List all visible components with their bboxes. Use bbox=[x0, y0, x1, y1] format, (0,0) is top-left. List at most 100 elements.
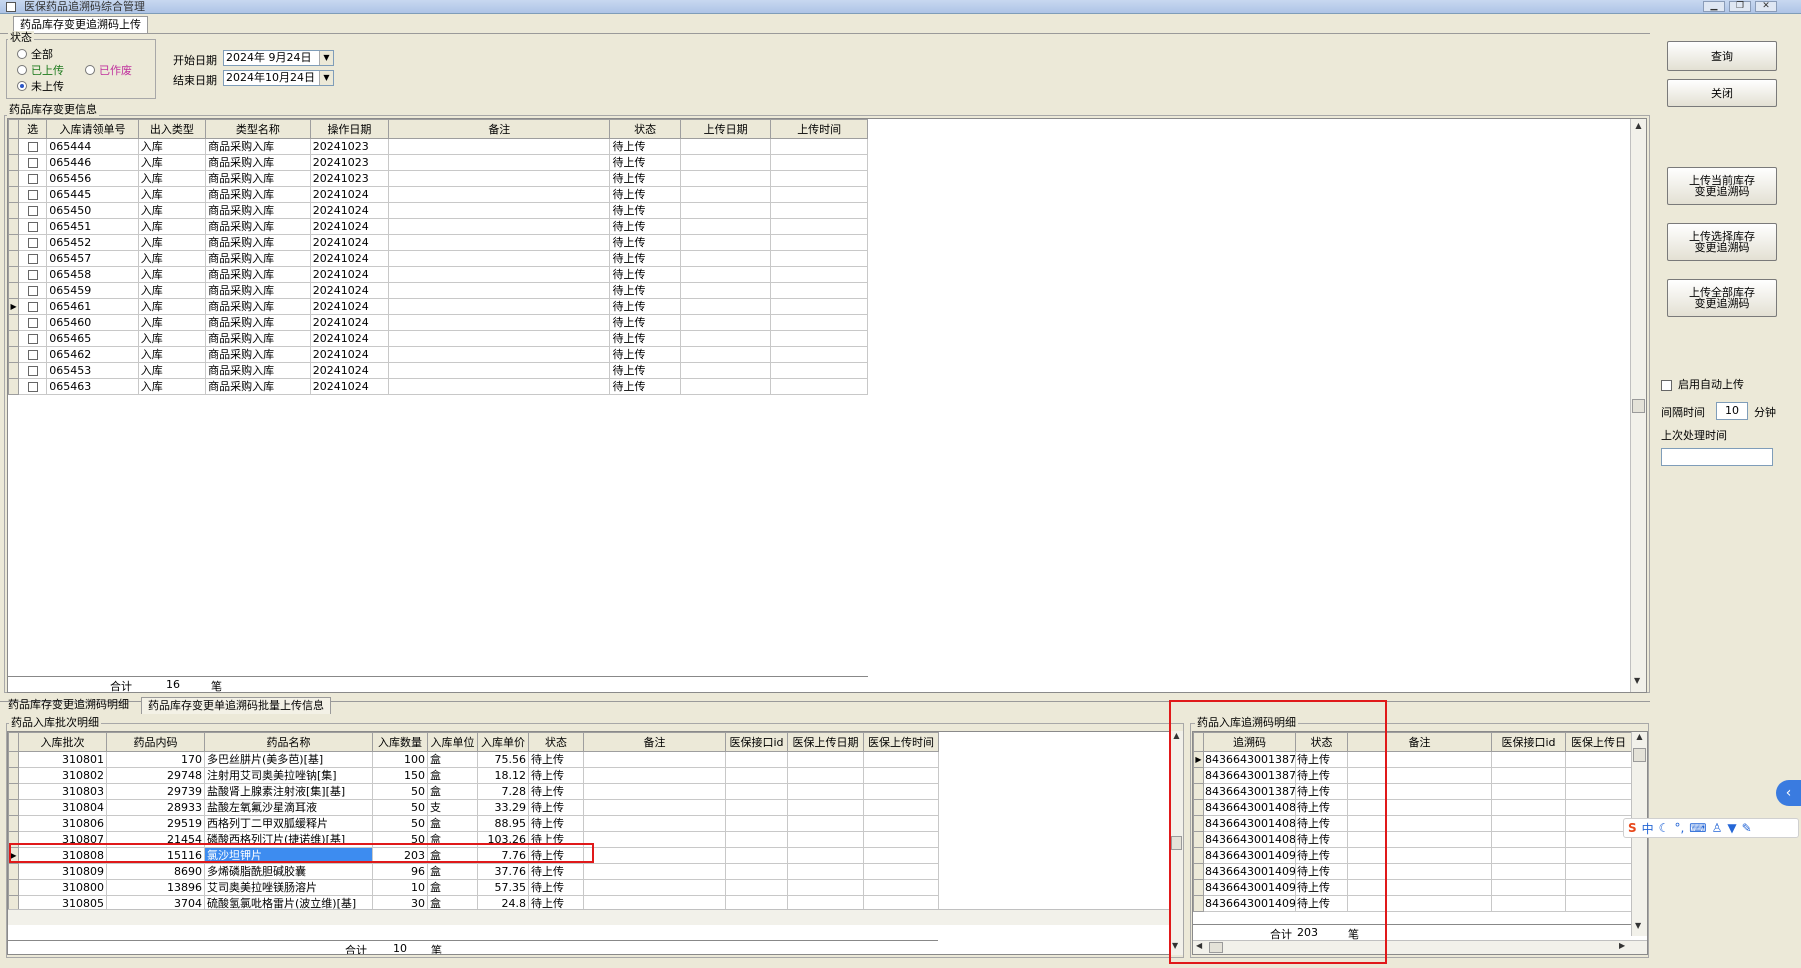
table-cell[interactable]: 065457 bbox=[46, 250, 139, 267]
table-cell[interactable] bbox=[583, 879, 726, 896]
row-checkbox[interactable] bbox=[27, 221, 38, 232]
table-row[interactable]: 065465 入库 商品采购入库 20241024 待上传 bbox=[8, 330, 868, 347]
table-cell[interactable]: 29519 bbox=[106, 815, 205, 832]
table-cell[interactable] bbox=[679, 298, 772, 315]
table-cell[interactable]: 065446 bbox=[46, 154, 139, 171]
table-cell[interactable] bbox=[583, 815, 726, 832]
table-cell[interactable] bbox=[1565, 863, 1632, 880]
ime-lang[interactable]: 中 bbox=[1642, 820, 1654, 837]
table-cell[interactable] bbox=[770, 154, 868, 171]
table-cell[interactable] bbox=[1491, 879, 1566, 896]
user-icon[interactable]: ♙ bbox=[1712, 821, 1723, 835]
table-cell[interactable] bbox=[583, 799, 726, 816]
table-cell[interactable] bbox=[770, 362, 868, 379]
scroll-thumb[interactable] bbox=[1632, 399, 1645, 413]
column-header[interactable]: 医保接口id bbox=[1491, 732, 1566, 752]
table-cell[interactable]: 盒 bbox=[427, 783, 478, 800]
row-checkbox[interactable] bbox=[27, 189, 38, 200]
column-header[interactable]: 状态 bbox=[609, 119, 681, 139]
table-cell[interactable]: 盒 bbox=[427, 751, 478, 768]
table-row[interactable]: 065460 入库 商品采购入库 20241024 待上传 bbox=[8, 314, 868, 331]
table-row[interactable]: 065444 入库 商品采购入库 20241023 待上传 bbox=[8, 138, 868, 155]
interval-input[interactable]: 10 bbox=[1716, 402, 1748, 420]
scroll-up-icon[interactable]: ▲ bbox=[1632, 732, 1647, 741]
radio-not-uploaded[interactable]: 未上传 bbox=[17, 78, 64, 94]
radio-uploaded[interactable]: 已上传 bbox=[17, 62, 64, 78]
table-cell[interactable]: 商品采购入库 bbox=[205, 346, 311, 363]
table-cell[interactable] bbox=[679, 234, 772, 251]
select-cell[interactable] bbox=[18, 202, 48, 219]
table-cell[interactable]: 310802 bbox=[18, 767, 107, 784]
table-cell[interactable]: 待上传 bbox=[609, 378, 681, 395]
row-checkbox[interactable] bbox=[27, 269, 38, 280]
row-header[interactable] bbox=[8, 751, 19, 768]
row-header[interactable] bbox=[8, 378, 20, 395]
scroll-up-icon[interactable]: ▲ bbox=[1631, 121, 1646, 130]
select-cell[interactable] bbox=[18, 346, 48, 363]
select-cell[interactable] bbox=[18, 154, 48, 171]
table-cell[interactable]: 065452 bbox=[46, 234, 139, 251]
table-cell[interactable]: 310803 bbox=[18, 783, 107, 800]
row-header[interactable] bbox=[8, 186, 20, 203]
table-cell[interactable] bbox=[787, 863, 864, 880]
table-cell[interactable] bbox=[679, 330, 772, 347]
tab-batch-upload-info[interactable]: 药品库存变更单追溯码批量上传信息 bbox=[141, 697, 331, 714]
table-cell[interactable]: 商品采购入库 bbox=[205, 202, 311, 219]
table-cell[interactable]: 18.12 bbox=[477, 767, 529, 784]
table-cell[interactable] bbox=[770, 138, 868, 155]
table-cell[interactable]: 入库 bbox=[137, 314, 207, 331]
column-header[interactable]: 备注 bbox=[583, 732, 726, 752]
table-cell[interactable] bbox=[863, 799, 939, 816]
start-date-picker[interactable]: 2024年 9月24日 ▼ bbox=[223, 50, 334, 66]
table-row[interactable]: 310801 170 多巴丝肼片(美多芭)[基] 100 盒 75.56 待上传 bbox=[8, 751, 939, 768]
table-cell[interactable] bbox=[770, 170, 868, 187]
table-cell[interactable]: 310801 bbox=[18, 751, 107, 768]
table-cell[interactable] bbox=[679, 170, 772, 187]
table-cell[interactable]: 20241024 bbox=[309, 298, 390, 315]
table-cell[interactable]: 20241024 bbox=[309, 266, 390, 283]
table-cell[interactable]: 待上传 bbox=[609, 154, 681, 171]
column-header[interactable]: 药品内码 bbox=[106, 732, 205, 752]
table-cell[interactable] bbox=[770, 186, 868, 203]
table-cell[interactable] bbox=[770, 298, 868, 315]
table-cell[interactable]: 商品采购入库 bbox=[205, 266, 311, 283]
table-cell[interactable]: 150 bbox=[372, 767, 428, 784]
table-row[interactable]: 065462 入库 商品采购入库 20241024 待上传 bbox=[8, 346, 868, 363]
table-cell[interactable] bbox=[1491, 799, 1566, 816]
table-cell[interactable] bbox=[1565, 783, 1632, 800]
maximize-button[interactable]: ❐ bbox=[1729, 1, 1751, 12]
table-cell[interactable]: 065458 bbox=[46, 266, 139, 283]
table-cell[interactable]: 盐酸肾上腺素注射液[集][基] bbox=[204, 783, 373, 800]
table-cell[interactable]: 待上传 bbox=[609, 186, 681, 203]
table-row[interactable]: 065450 入库 商品采购入库 20241024 待上传 bbox=[8, 202, 868, 219]
table-cell[interactable] bbox=[388, 250, 611, 267]
table-cell[interactable] bbox=[787, 831, 864, 848]
column-header[interactable]: 医保上传日 bbox=[1565, 732, 1632, 752]
table-cell[interactable]: 20241024 bbox=[309, 330, 390, 347]
close-button[interactable]: 关闭 bbox=[1667, 79, 1777, 107]
table-cell[interactable]: 50 bbox=[372, 815, 428, 832]
table-cell[interactable] bbox=[1565, 879, 1632, 896]
query-button[interactable]: 查询 bbox=[1667, 41, 1777, 71]
table-cell[interactable] bbox=[388, 234, 611, 251]
radio-all[interactable]: 全部 bbox=[17, 46, 53, 62]
tab-trace-detail[interactable]: 药品库存变更追溯码明细 bbox=[2, 697, 135, 714]
table-cell[interactable] bbox=[388, 170, 611, 187]
upload-all-button[interactable]: 上传全部库存 变更追溯码 bbox=[1667, 279, 1777, 317]
table-cell[interactable]: 商品采购入库 bbox=[205, 314, 311, 331]
table-cell[interactable]: 88.95 bbox=[477, 815, 529, 832]
chevron-down-icon[interactable]: ▼ bbox=[319, 71, 333, 85]
row-header[interactable] bbox=[8, 170, 20, 187]
table-cell[interactable]: 10 bbox=[372, 879, 428, 896]
table-cell[interactable]: 310804 bbox=[18, 799, 107, 816]
select-cell[interactable] bbox=[18, 138, 48, 155]
table-cell[interactable] bbox=[770, 250, 868, 267]
table-cell[interactable]: 待上传 bbox=[609, 330, 681, 347]
table-cell[interactable] bbox=[1491, 895, 1566, 912]
row-checkbox[interactable] bbox=[27, 173, 38, 184]
row-checkbox[interactable] bbox=[27, 285, 38, 296]
table-cell[interactable]: 20241024 bbox=[309, 202, 390, 219]
table-cell[interactable] bbox=[1491, 863, 1566, 880]
table-cell[interactable] bbox=[1565, 815, 1632, 832]
table-cell[interactable] bbox=[1491, 831, 1566, 848]
